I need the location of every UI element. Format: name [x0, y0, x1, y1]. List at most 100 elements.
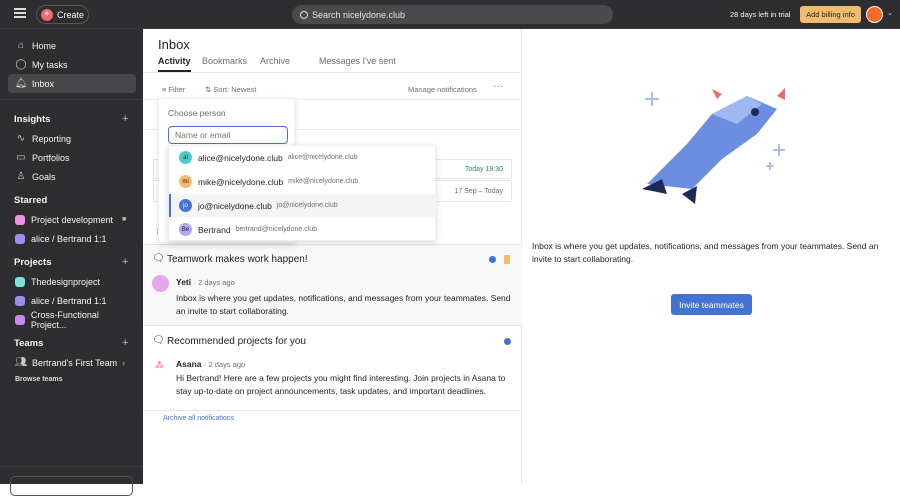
more-icon[interactable]: ··· — [493, 81, 503, 92]
notification-title: Recommended projects for you — [167, 336, 306, 347]
task-date: 17 Sep – Today — [454, 188, 503, 195]
timestamp: · 2 days ago — [203, 360, 246, 369]
invite-label: Invite teammates — [679, 299, 744, 310]
sidebar: ⌂ Home ◯ My tasks 🔔︎ Inbox Insights + ∿ Repo… — [0, 29, 143, 496]
trial-text: 28 days left in trial — [730, 10, 791, 19]
manage-notifications-button[interactable]: Manage notifications — [408, 85, 477, 94]
person-option[interactable]: Be Bertrand bertrand@nicelydone.club — [169, 218, 436, 241]
add-project-icon[interactable]: + — [122, 256, 128, 268]
sidebar-item-project[interactable]: alice / Bertrand 1:1 — [8, 291, 136, 310]
person-icon: ♙ — [16, 171, 26, 182]
check-circle-icon: ◯ — [15, 59, 27, 70]
sidebar-item-label: Cross-Functional Project... — [30, 309, 99, 330]
person-email: jo@nicelydone.club — [276, 202, 338, 209]
timestamp: · 2 days ago — [193, 278, 235, 287]
add-billing-button[interactable]: Add billing info — [800, 6, 861, 23]
sidebar-item-portfolios[interactable]: ▭ Portfolios — [8, 148, 136, 167]
sidebar-item-starred[interactable]: Project development ■ — [8, 210, 136, 229]
add-team-icon[interactable]: + — [122, 337, 128, 349]
project-color-icon — [15, 276, 25, 287]
author-name: Yeti — [176, 277, 192, 287]
archive-all-link[interactable]: Archive all notifications — [163, 415, 234, 422]
plus-icon: + — [41, 8, 53, 21]
sidebar-item-starred[interactable]: alice / Bertrand 1:1 — [8, 229, 136, 248]
person-email: alice@nicelydone.club — [287, 154, 358, 161]
notification-item[interactable]: 🗨︎ Teamwork makes work happen! Yeti · 2 … — [143, 244, 522, 326]
avatar: Be — [179, 223, 192, 236]
sidebar-item-label: Bertrand's First Team — [32, 357, 118, 368]
sidebar-item-team[interactable]: 👥︎ Bertrand's First Team › — [8, 353, 136, 372]
popover-title: Choose person — [168, 108, 226, 118]
unread-dot-icon — [504, 338, 511, 345]
comment-icon: 🗨︎ — [152, 335, 165, 346]
chart-line-icon: ∿ — [16, 133, 26, 144]
add-insight-icon[interactable]: + — [122, 113, 128, 125]
author-name: Asana — [176, 359, 202, 369]
sidebar-item-label: alice / Bertrand 1:1 — [31, 295, 107, 306]
person-email: bertrand@nicelydone.club — [235, 226, 318, 233]
sidebar-footer-button[interactable] — [10, 476, 133, 496]
person-option[interactable]: mi mike@nicelydone.club mike@nicelydone.cl… — [169, 170, 436, 193]
avatar[interactable] — [866, 6, 883, 23]
menu-icon[interactable] — [14, 8, 26, 18]
sidebar-item-inbox[interactable]: 🔔︎ Inbox — [8, 74, 136, 93]
project-color-icon — [15, 295, 25, 306]
filter-label: Filter — [168, 85, 186, 94]
invite-teammates-button[interactable]: Invite teammates — [671, 294, 752, 315]
sidebar-item-label: Portfolios — [32, 152, 70, 163]
name-or-email-input[interactable] — [168, 126, 288, 144]
browse-teams-link[interactable]: Browse teams — [15, 376, 62, 383]
project-color-icon — [15, 214, 25, 225]
yeti-avatar — [152, 275, 169, 292]
divider — [0, 99, 143, 100]
trash-icon[interactable]: ■ — [122, 216, 126, 223]
avatar: al — [179, 151, 192, 164]
search-icon — [300, 10, 308, 19]
team-icon: 👥︎ — [14, 357, 28, 368]
divider — [0, 466, 143, 467]
tab-messages-sent[interactable]: Messages I've sent — [319, 56, 396, 66]
home-icon: ⌂ — [17, 40, 25, 51]
tab-activity[interactable]: Activity — [158, 56, 191, 72]
empty-state-panel: Inbox is where you get updates, notifica… — [522, 29, 900, 484]
tab-archive[interactable]: Archive — [260, 56, 290, 66]
billing-label: Add billing info — [806, 10, 855, 19]
person-name: Bertrand — [198, 224, 231, 235]
divider — [143, 72, 522, 73]
sidebar-item-project[interactable]: Thedesignproject — [8, 272, 136, 291]
person-name: jo@nicelydone.club — [198, 200, 272, 211]
create-button[interactable]: + Create — [36, 5, 89, 24]
sidebar-item-reporting[interactable]: ∿ Reporting — [8, 129, 136, 148]
sidebar-item-label: alice / Bertrand 1:1 — [31, 233, 107, 244]
person-option[interactable]: al alice@nicelydone.club alice@nicelydone.… — [169, 146, 436, 169]
project-color-icon — [15, 314, 25, 325]
avatar: mi — [179, 175, 192, 188]
task-date: Today 19:30 — [464, 166, 503, 173]
sidebar-item-project[interactable]: Cross-Functional Project... — [8, 309, 136, 330]
avatar: jo — [179, 199, 192, 212]
sidebar-item-my-tasks[interactable]: ◯ My tasks — [8, 55, 136, 74]
person-name: alice@nicelydone.club — [198, 152, 283, 163]
inbox-panel: Inbox Activity Bookmarks Archive Message… — [143, 29, 522, 484]
person-email: mike@nicelydone.club — [288, 178, 359, 185]
chevron-right-icon[interactable]: › — [122, 358, 125, 368]
project-color-icon — [15, 233, 25, 244]
chevron-down-icon[interactable]: ⌄ — [887, 9, 893, 17]
sort-button[interactable]: ⇅ Sort: Newest — [205, 85, 256, 94]
tab-bookmarks[interactable]: Bookmarks — [202, 56, 247, 66]
bookmark-icon[interactable] — [504, 255, 510, 264]
folder-icon: ▭ — [16, 152, 26, 163]
filter-button[interactable]: ≡ Filter — [162, 85, 185, 94]
bell-icon: 🔔︎ — [14, 78, 28, 89]
search-input[interactable]: Search nicelydone.club — [292, 5, 613, 24]
create-label: Create — [57, 9, 85, 20]
sidebar-item-home[interactable]: ⌂ Home — [8, 36, 136, 55]
sidebar-item-label: Project development — [31, 214, 114, 225]
person-option[interactable]: jo jo@nicelydone.club jo@nicelydone.club — [169, 194, 436, 217]
sidebar-item-goals[interactable]: ♙ Goals — [8, 167, 136, 186]
sidebar-item-label: My tasks — [32, 59, 68, 70]
sidebar-item-label: Goals — [32, 171, 56, 182]
search-placeholder: Search nicelydone.club — [312, 9, 406, 20]
notification-body: Inbox is where you get updates, notifica… — [176, 293, 511, 316]
notification-item[interactable]: 🗨︎ Recommended projects for you ⁂ Asana … — [143, 327, 522, 411]
